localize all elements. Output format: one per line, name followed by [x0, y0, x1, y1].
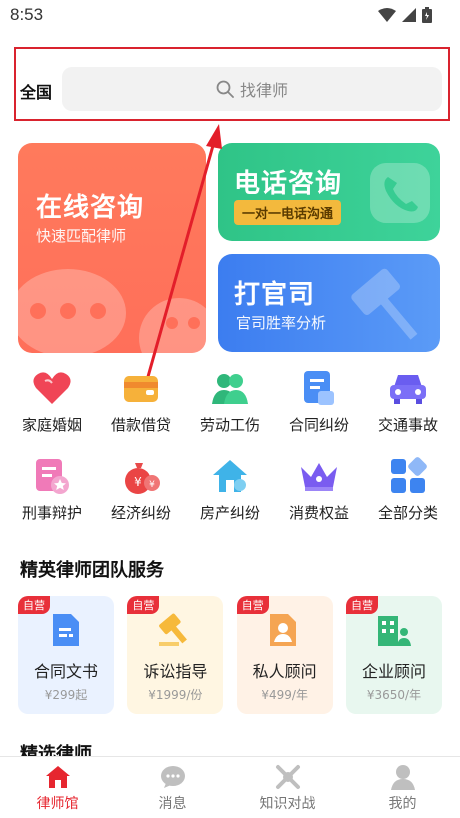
phone-consult-title: 电话咨询: [234, 169, 343, 199]
category-grid: 家庭婚姻 借款借贷 劳动工伤 合同纠纷 交通事故 刑事辩护 ¥ ¥ 经济纠纷 房…: [0, 366, 460, 542]
home-icon: [44, 763, 72, 791]
service-litigation-guide[interactable]: 自营 诉讼指导 ¥1999/份: [127, 596, 224, 714]
lawsuit-title: 打官司: [234, 280, 316, 310]
region-selector[interactable]: 全国: [20, 79, 52, 103]
category-label: 借款借贷: [110, 416, 171, 434]
online-consult-subtitle: 快速匹配律师: [36, 227, 127, 245]
nav-profile[interactable]: 我的: [345, 757, 460, 818]
nav-label: 律师馆: [36, 795, 79, 812]
nav-lawyer-hall[interactable]: 律师馆: [0, 757, 115, 818]
service-price: ¥1999/份: [148, 688, 203, 702]
service-enterprise-advisor[interactable]: 自营 企业顾问 ¥3650/年: [345, 596, 442, 714]
category-family-marriage[interactable]: 家庭婚姻: [8, 366, 96, 440]
building-icon: [376, 612, 412, 648]
wallet-icon: [119, 366, 163, 410]
status-icons: [378, 7, 432, 23]
self-operated-badge: 自营: [345, 596, 378, 614]
category-loan[interactable]: 借款借贷: [97, 366, 185, 440]
status-bar: 8:53: [0, 0, 460, 32]
category-traffic-accident[interactable]: 交通事故: [364, 366, 452, 440]
category-contract[interactable]: 合同纠纷: [275, 366, 363, 440]
chat-bubble-icon: [18, 269, 126, 353]
service-name: 诉讼指导: [143, 662, 208, 681]
svg-text:¥: ¥: [134, 475, 142, 489]
doc-icon: [48, 612, 84, 648]
user-icon: [389, 763, 417, 791]
battery-icon: [422, 7, 432, 23]
nav-label: 消息: [158, 795, 187, 812]
service-price: ¥499/年: [261, 688, 308, 702]
self-operated-badge: 自营: [127, 596, 160, 614]
phone-consult-card[interactable]: 电话咨询 一对一电话沟通: [218, 143, 440, 241]
message-icon: [159, 763, 187, 791]
category-criminal-defense[interactable]: 刑事辩护: [8, 454, 96, 528]
car-icon: [386, 366, 430, 410]
search-icon: [216, 80, 234, 98]
gavel-icon: [157, 612, 193, 648]
house-icon: [208, 454, 252, 498]
category-consumer-rights[interactable]: 消费权益: [275, 454, 363, 528]
service-row: 自营 合同文书 ¥299起 自营 诉讼指导 ¥1999/份 自营 私人顾问 ¥4…: [18, 596, 442, 714]
document-star-icon: [30, 454, 74, 498]
category-economic[interactable]: ¥ ¥ 经济纠纷: [97, 454, 185, 528]
service-name: 合同文书: [33, 662, 98, 681]
service-name: 企业顾问: [361, 662, 426, 681]
search-region-highlight: 全国 找律师: [14, 47, 450, 121]
category-row: 家庭婚姻 借款借贷 劳动工伤 合同纠纷 交通事故: [0, 366, 460, 440]
bottom-nav: 律师馆 消息 知识对战 我的: [0, 756, 460, 818]
person-doc-icon: [267, 612, 303, 648]
category-property[interactable]: 房产纠纷: [186, 454, 274, 528]
wifi-icon: [378, 8, 396, 22]
svg-text:¥: ¥: [149, 480, 155, 490]
chat-bubble-small-icon: [139, 298, 206, 353]
lawsuit-subtitle: 官司胜率分析: [236, 314, 327, 332]
phone-consult-tag: 一对一电话沟通: [234, 200, 342, 225]
crown-icon: [297, 454, 341, 498]
category-label: 合同纠纷: [288, 416, 349, 434]
online-consult-title: 在线咨询: [36, 193, 145, 223]
service-name: 私人顾问: [252, 662, 317, 681]
service-price: ¥3650/年: [366, 688, 422, 702]
category-label: 房产纠纷: [199, 504, 260, 522]
self-operated-badge: 自营: [18, 596, 50, 614]
category-label: 交通事故: [377, 416, 438, 434]
search-placeholder: 找律师: [239, 81, 288, 100]
self-operated-badge: 自营: [236, 596, 269, 614]
workers-icon: [208, 366, 252, 410]
online-consult-card[interactable]: 在线咨询 快速匹配律师: [18, 143, 206, 353]
gavel-decoration-icon: [351, 268, 418, 340]
nav-label: 我的: [388, 795, 417, 812]
nav-label: 知识对战: [259, 795, 316, 812]
contract-icon: [297, 366, 341, 410]
status-time: 8:53: [10, 5, 44, 24]
service-price: ¥299起: [44, 688, 88, 702]
heart-icon: [30, 366, 74, 410]
service-contract-doc[interactable]: 自营 合同文书 ¥299起: [18, 596, 114, 714]
search-input[interactable]: 找律师: [62, 67, 442, 111]
money-bag-icon: ¥ ¥: [119, 454, 163, 498]
phone-icon: [370, 163, 430, 223]
swords-icon: [274, 763, 302, 791]
category-label: 经济纠纷: [110, 504, 171, 522]
section-title-elite-service: 精英律师团队服务: [20, 560, 164, 581]
category-labor-injury[interactable]: 劳动工伤: [186, 366, 274, 440]
nav-messages[interactable]: 消息: [115, 757, 230, 818]
category-label: 全部分类: [377, 504, 438, 522]
category-label: 消费权益: [288, 504, 349, 522]
category-all[interactable]: 全部分类: [364, 454, 452, 528]
category-row: 刑事辩护 ¥ ¥ 经济纠纷 房产纠纷 消费权益 全部分类: [0, 454, 460, 528]
service-private-advisor[interactable]: 自营 私人顾问 ¥499/年: [236, 596, 333, 714]
grid-icon: [386, 454, 430, 498]
category-label: 劳动工伤: [199, 416, 260, 434]
signal-icon: [402, 8, 416, 22]
nav-knowledge-battle[interactable]: 知识对战: [230, 757, 345, 818]
lawsuit-card[interactable]: 打官司 官司胜率分析: [218, 254, 440, 352]
category-label: 家庭婚姻: [21, 416, 82, 434]
category-label: 刑事辩护: [21, 504, 82, 522]
